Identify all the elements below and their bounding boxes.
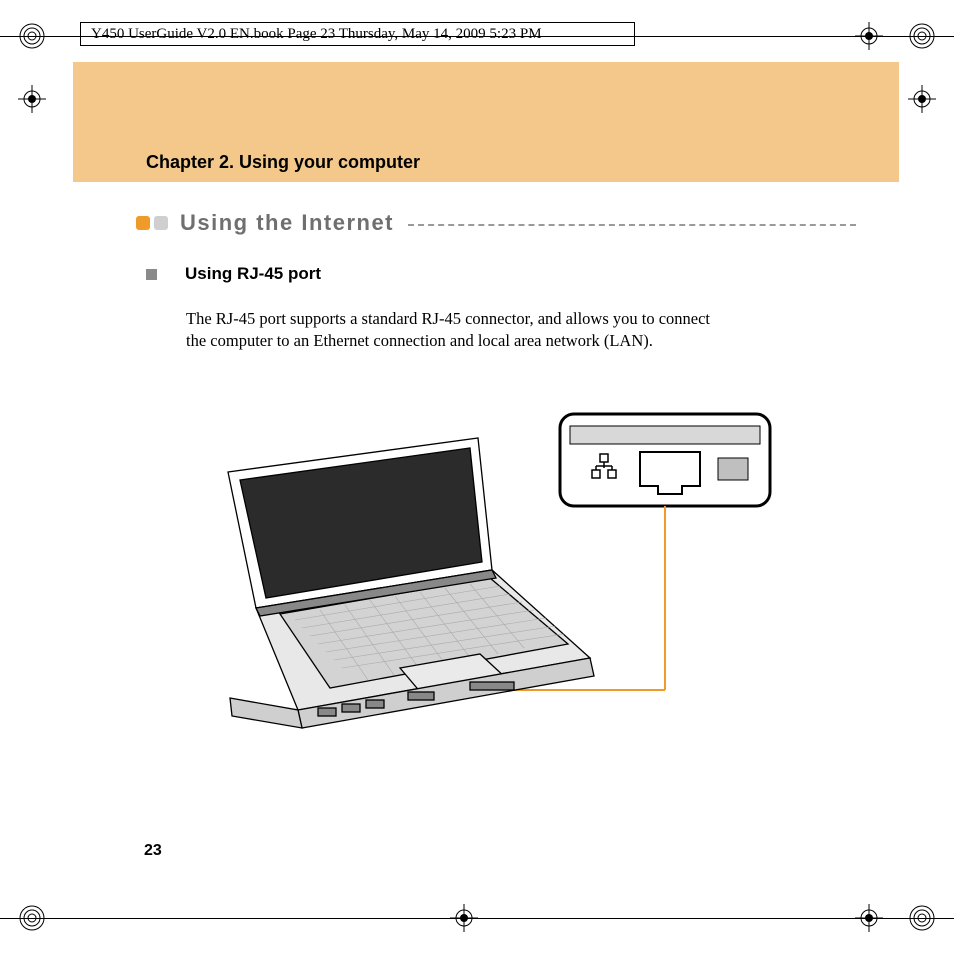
section-heading-row: Using the Internet bbox=[136, 210, 856, 236]
registration-mark-icon bbox=[18, 22, 46, 50]
print-header: Y450 UserGuide V2.0 EN.book Page 23 Thur… bbox=[80, 22, 635, 46]
crosshair-icon bbox=[908, 85, 936, 113]
crosshair-icon bbox=[855, 22, 883, 50]
print-header-text: Y450 UserGuide V2.0 EN.book Page 23 Thur… bbox=[91, 26, 542, 43]
chapter-title: Chapter 2. Using your computer bbox=[146, 152, 420, 173]
subsection-heading-row: Using RJ-45 port bbox=[146, 264, 321, 284]
subsection-title: Using RJ-45 port bbox=[185, 264, 321, 284]
subsection-bullet-icon bbox=[146, 269, 157, 280]
section-dash-fill bbox=[408, 224, 856, 226]
laptop-illustration bbox=[228, 438, 594, 728]
section-bullet-grey-icon bbox=[154, 216, 168, 230]
registration-mark-icon bbox=[18, 904, 46, 932]
crosshair-icon bbox=[855, 904, 883, 932]
page-number: 23 bbox=[144, 842, 162, 860]
figure-rj45 bbox=[170, 400, 810, 740]
section-title: Using the Internet bbox=[180, 210, 394, 236]
crosshair-icon bbox=[18, 85, 46, 113]
registration-mark-icon bbox=[908, 22, 936, 50]
body-paragraph: The RJ-45 port supports a standard RJ-45… bbox=[186, 308, 726, 353]
registration-mark-icon bbox=[908, 904, 936, 932]
crosshair-icon bbox=[450, 904, 478, 932]
rj45-callout-icon bbox=[560, 414, 770, 506]
section-bullet-orange-icon bbox=[136, 216, 150, 230]
